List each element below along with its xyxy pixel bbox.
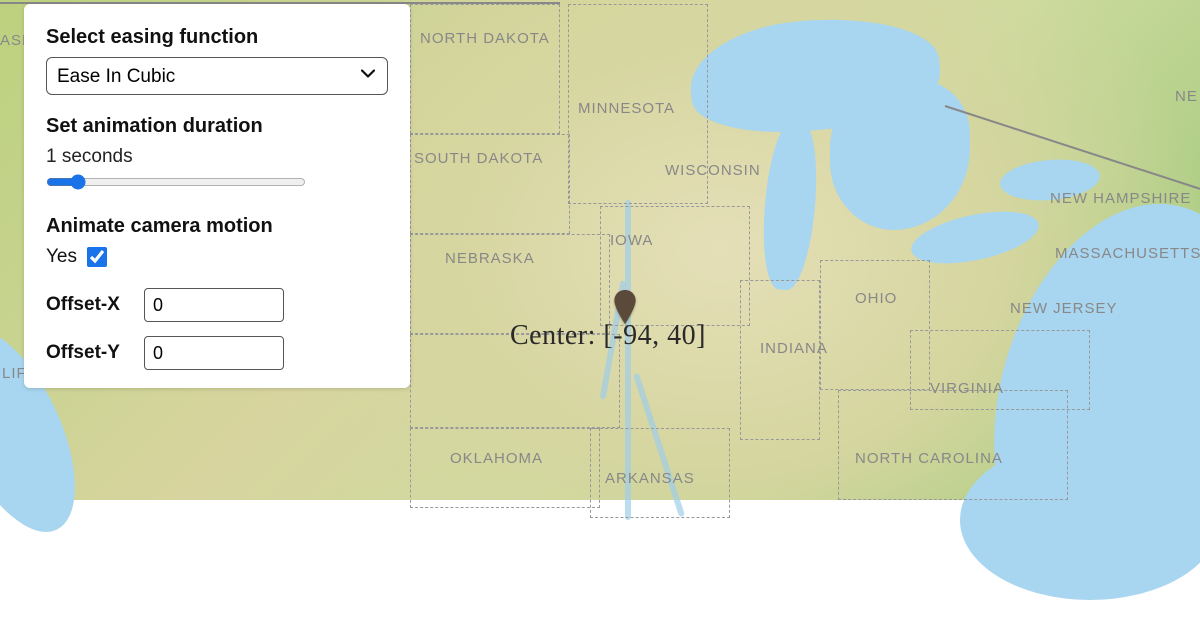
state-border	[410, 428, 600, 508]
state-label: IOWA	[610, 232, 653, 249]
duration-value-text: 1 seconds	[46, 146, 388, 168]
state-label: INDIANA	[760, 340, 828, 357]
state-border	[410, 134, 570, 234]
state-label: MASSACHUSETTS	[1055, 245, 1200, 262]
state-border	[740, 280, 820, 440]
state-label: OHIO	[855, 290, 897, 307]
offset-y-input[interactable]	[144, 336, 284, 370]
state-border	[910, 330, 1090, 410]
state-label: NE	[1175, 88, 1198, 105]
animate-label: Animate camera motion	[46, 215, 388, 238]
state-label: SOUTH DAKOTA	[414, 150, 543, 167]
state-label: MINNESOTA	[578, 100, 675, 117]
duration-label: Set animation duration	[46, 115, 388, 138]
state-border	[410, 4, 560, 134]
animate-yes-label: Yes	[46, 246, 77, 268]
map-center-marker	[612, 290, 638, 316]
offset-x-input[interactable]	[144, 288, 284, 322]
state-label: NEW JERSEY	[1010, 300, 1118, 317]
state-label: NEBRASKA	[445, 250, 535, 267]
state-label: NORTH DAKOTA	[420, 30, 550, 47]
state-border	[410, 234, 610, 334]
state-label: NEW HAMPSHIRE	[1050, 190, 1191, 207]
easing-select[interactable]: Ease In Cubic	[46, 57, 388, 95]
duration-slider[interactable]	[46, 174, 306, 190]
state-label: VIRGINIA	[930, 380, 1004, 397]
state-label: ARKANSAS	[605, 470, 695, 487]
state-label: WISCONSIN	[665, 162, 761, 179]
offset-x-label: Offset-X	[46, 294, 136, 316]
offset-y-label: Offset-Y	[46, 342, 136, 364]
state-label: NORTH CAROLINA	[855, 450, 1003, 467]
animate-checkbox[interactable]	[87, 247, 107, 267]
state-label: OKLAHOMA	[450, 450, 543, 467]
easing-label: Select easing function	[46, 26, 388, 49]
map-center-label: Center: [-94, 40]	[510, 320, 706, 352]
state-label: LIF	[2, 365, 27, 382]
controls-panel: Select easing function Ease In Cubic Set…	[24, 4, 410, 388]
